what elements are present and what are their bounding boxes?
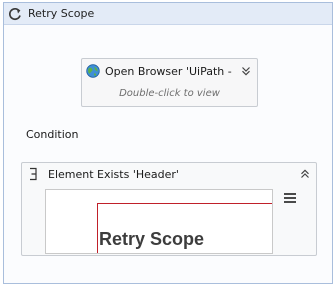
element-exists-icon bbox=[28, 167, 38, 181]
selection-border-left bbox=[97, 203, 98, 253]
chevron-double-down-icon[interactable] bbox=[240, 65, 252, 77]
refresh-icon bbox=[7, 6, 23, 22]
condition-label: Condition bbox=[26, 128, 79, 141]
preview-header-text: Retry Scope bbox=[99, 229, 205, 249]
open-browser-activity[interactable]: Open Browser 'UiPath - Ret Double-click … bbox=[81, 58, 258, 107]
element-exists-activity[interactable]: Element Exists 'Header' Retry Scope bbox=[21, 162, 317, 256]
selection-border-top bbox=[97, 203, 272, 204]
double-click-hint: Double-click to view bbox=[119, 88, 220, 99]
retry-scope-activity[interactable]: Retry Scope Open Browser 'UiPath - Ret D… bbox=[3, 2, 333, 284]
hamburger-menu-icon[interactable] bbox=[281, 190, 299, 206]
element-exists-title: Element Exists 'Header' bbox=[48, 167, 179, 181]
globe-icon bbox=[86, 64, 100, 78]
open-browser-title: Open Browser 'UiPath - Ret bbox=[105, 64, 232, 78]
element-screenshot-preview: Retry Scope bbox=[45, 189, 273, 254]
chevron-double-up-icon[interactable] bbox=[299, 168, 311, 180]
retry-scope-header[interactable]: Retry Scope bbox=[4, 3, 332, 25]
retry-scope-title: Retry Scope bbox=[28, 7, 95, 20]
